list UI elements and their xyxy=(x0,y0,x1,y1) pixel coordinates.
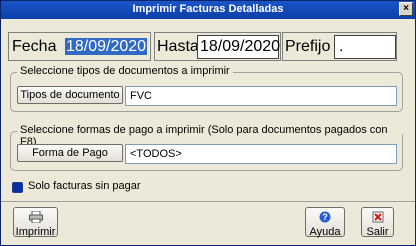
svg-text:?: ? xyxy=(322,212,328,222)
hasta-label: Hasta xyxy=(157,38,199,55)
doc-types-button[interactable]: Tipos de documento xyxy=(17,86,123,104)
exit-icon xyxy=(362,211,393,225)
window-title: Imprimir Facturas Detalladas xyxy=(132,3,284,15)
dialog-window: Imprimir Facturas Detalladas × Fecha 18/… xyxy=(0,0,416,246)
prefijo-label: Prefijo xyxy=(285,38,331,55)
help-button[interactable]: ? Ayuda xyxy=(305,207,345,238)
fecha-value: 18/09/2020 xyxy=(65,38,148,55)
print-button[interactable]: Imprimir xyxy=(13,207,58,238)
close-icon[interactable]: × xyxy=(399,2,413,16)
title-bar: Imprimir Facturas Detalladas × xyxy=(1,1,415,19)
payment-input[interactable]: <TODOS> xyxy=(125,144,397,164)
exit-button[interactable]: Salir xyxy=(361,207,394,238)
printer-icon xyxy=(14,210,57,225)
print-label: Imprimir xyxy=(15,226,56,238)
exit-label: Salir xyxy=(366,226,389,238)
help-label: Ayuda xyxy=(309,226,341,238)
doc-types-group-title: Seleccione tipos de documentos a imprimi… xyxy=(17,65,233,77)
fecha-input[interactable]: 18/09/2020 xyxy=(65,36,148,58)
doc-types-input[interactable]: FVC xyxy=(125,86,397,106)
help-icon: ? xyxy=(306,211,344,225)
payment-button[interactable]: Forma de Pago xyxy=(17,144,123,162)
prefijo-input[interactable]: . xyxy=(334,35,396,59)
footer-divider xyxy=(1,201,415,202)
unpaid-only-label: Solo facturas sin pagar xyxy=(28,180,141,192)
unpaid-only-checkbox[interactable] xyxy=(12,182,23,193)
fecha-label: Fecha xyxy=(12,38,57,55)
hasta-input[interactable]: 18/09/2020 xyxy=(197,35,280,59)
